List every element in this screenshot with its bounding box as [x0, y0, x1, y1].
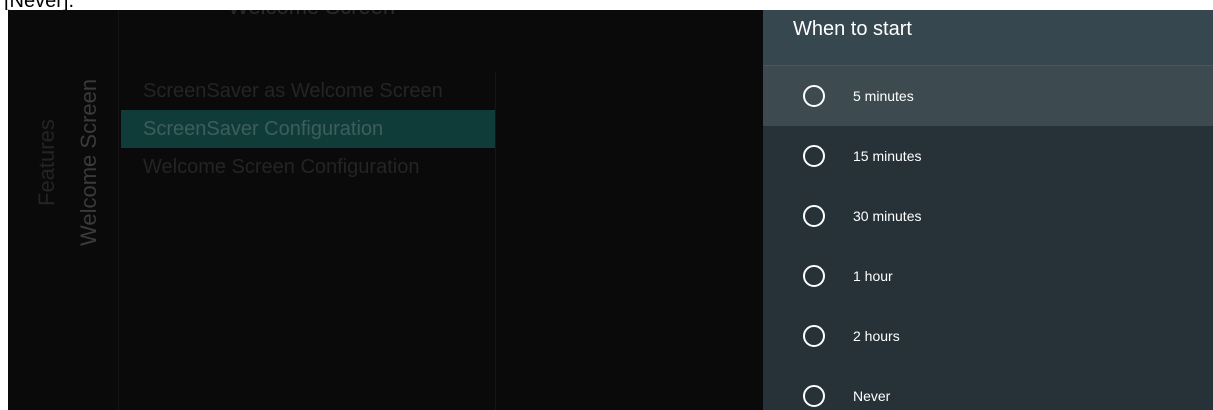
option-label: 1 hour [853, 268, 893, 284]
option-label: 5 minutes [853, 88, 914, 104]
menu-item-welcome-screen-configuration[interactable]: Welcome Screen Configuration [119, 148, 495, 186]
tv-settings-screen: Welcome Screen Features Welcome Screen S… [8, 10, 1213, 410]
radio-unchecked-icon[interactable] [803, 325, 825, 347]
radio-unchecked-icon[interactable] [803, 385, 825, 407]
option-label: Never [853, 388, 891, 404]
background-header: Welcome Screen [228, 10, 395, 20]
option-30-minutes[interactable]: 30 minutes [763, 186, 1213, 246]
rail-welcome-screen: Welcome Screen [66, 10, 119, 410]
menu-item-screensaver-as-welcome[interactable]: ScreenSaver as Welcome Screen [119, 72, 495, 110]
when-to-start-panel: When to start 5 minutes 15 minutes 30 mi… [763, 10, 1213, 410]
radio-unchecked-icon[interactable] [803, 265, 825, 287]
options-list: 5 minutes 15 minutes 30 minutes 1 hour 2… [763, 66, 1213, 410]
option-label: 30 minutes [853, 208, 922, 224]
menu-item-screensaver-configuration[interactable]: ScreenSaver Configuration [121, 110, 495, 148]
panel-header: When to start [763, 10, 1213, 66]
radio-unchecked-icon[interactable] [803, 145, 825, 167]
rail-welcome-label: Welcome Screen [76, 78, 101, 246]
rail-features-label: Features [34, 119, 59, 206]
option-5-minutes[interactable]: 5 minutes [763, 66, 1213, 126]
rail-features: Features [26, 10, 66, 410]
document-fragment: [Never]. [0, 0, 1213, 10]
document-fragment-text: [Never]. [4, 0, 74, 10]
option-label: 2 hours [853, 328, 900, 344]
radio-unchecked-icon[interactable] [803, 85, 825, 107]
option-never[interactable]: Never [763, 366, 1213, 410]
option-label: 15 minutes [853, 148, 922, 164]
option-2-hours[interactable]: 2 hours [763, 306, 1213, 366]
option-1-hour[interactable]: 1 hour [763, 246, 1213, 306]
option-15-minutes[interactable]: 15 minutes [763, 126, 1213, 186]
settings-menu: ScreenSaver as Welcome Screen ScreenSave… [119, 72, 496, 410]
panel-title: When to start [793, 18, 912, 40]
radio-unchecked-icon[interactable] [803, 205, 825, 227]
